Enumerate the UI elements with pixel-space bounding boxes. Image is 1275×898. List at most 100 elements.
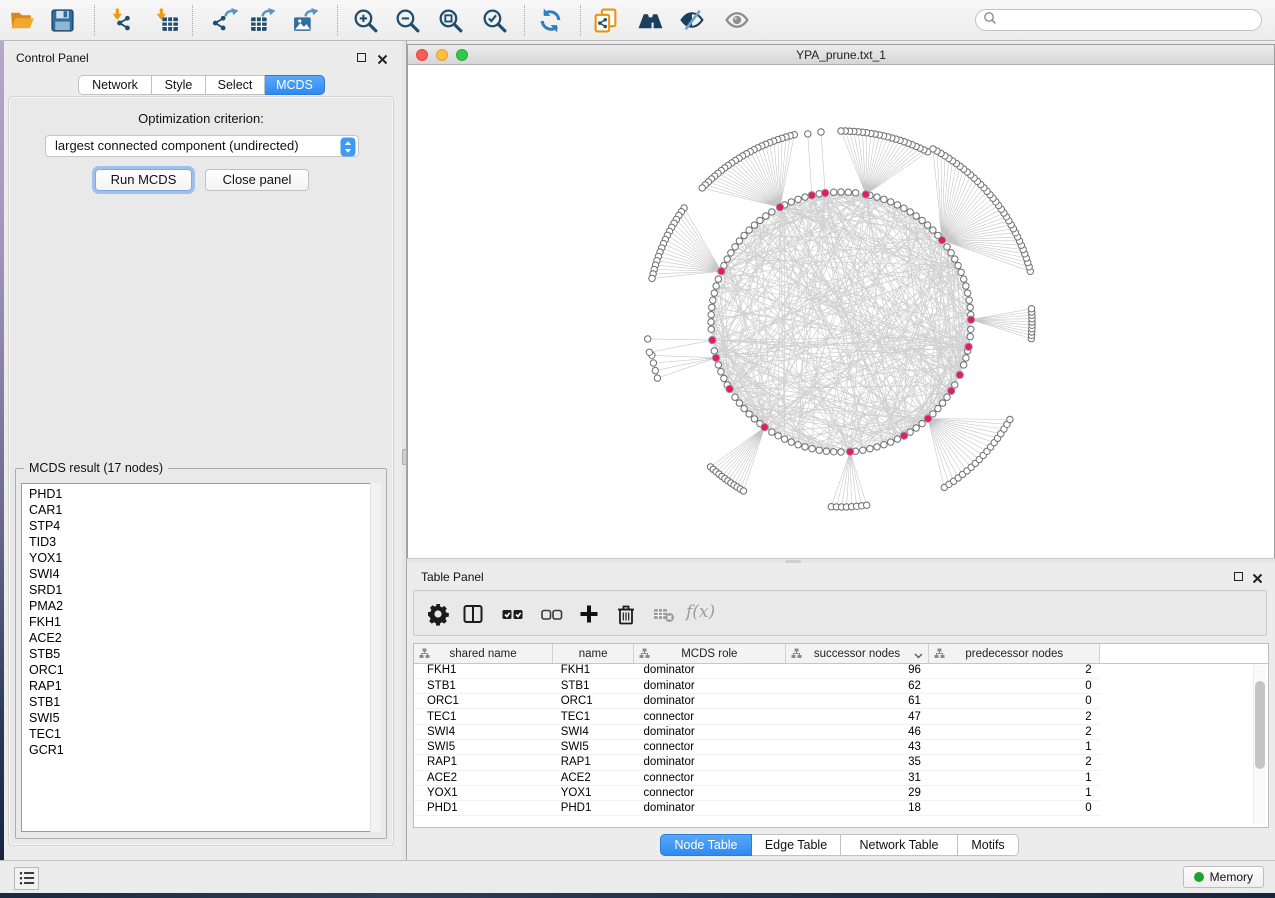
zoom-out-icon[interactable] (394, 7, 421, 34)
import-table-icon[interactable] (153, 7, 180, 34)
memory-button[interactable]: Memory (1183, 866, 1264, 888)
column-header-filler (1100, 644, 1268, 663)
delete-columns-icon[interactable] (614, 602, 638, 626)
delete-table-icon (652, 602, 676, 626)
search-input[interactable] (997, 13, 1247, 27)
export-table-icon[interactable] (249, 7, 276, 34)
tab-select[interactable]: Select (206, 75, 265, 95)
mcds-result-item[interactable]: TID3 (22, 534, 380, 550)
close-panel-icon[interactable] (377, 52, 388, 70)
column-header-successor-nodes[interactable]: successor nodes (785, 644, 929, 663)
add-column-icon[interactable] (577, 602, 601, 626)
import-network-icon[interactable] (109, 7, 136, 34)
sort-desc-icon (914, 650, 923, 662)
float-panel-icon[interactable] (357, 53, 366, 62)
select-all-icon[interactable] (501, 602, 525, 626)
status-menu-button[interactable] (14, 867, 39, 890)
first-neighbors-icon[interactable] (637, 7, 664, 34)
export-network-icon[interactable] (212, 7, 239, 34)
new-network-from-selection-icon[interactable] (592, 7, 619, 34)
node-table: shared namenameMCDS rolesuccessor nodesp… (413, 643, 1269, 828)
mcds-tab-content: Optimization criterion: largest connecte… (8, 96, 394, 846)
table-row[interactable]: SWI5SWI5connector431 (414, 739, 1268, 754)
tab-network[interactable]: Network (78, 75, 152, 95)
column-header-MCDS-role[interactable]: MCDS role (634, 644, 786, 663)
mcds-result-group: MCDS result (17 nodes) PHD1CAR1STP4TID3Y… (15, 468, 387, 839)
run-mcds-button[interactable]: Run MCDS (95, 169, 192, 191)
result-list-scrollbar[interactable] (370, 483, 381, 832)
table-scrollbar-thumb[interactable] (1255, 681, 1265, 769)
column-header-predecessor-nodes[interactable]: predecessor nodes (929, 644, 1100, 663)
toolbar-separator (580, 5, 581, 36)
mcds-result-list[interactable]: PHD1CAR1STP4TID3YOX1SWI4SRD1PMA2FKH1ACE2… (21, 483, 381, 832)
tab-node-table[interactable]: Node Table (660, 834, 752, 856)
tab-network-table[interactable]: Network Table (841, 834, 958, 856)
show-column-panel-icon[interactable] (461, 602, 485, 626)
show-all-icon[interactable] (724, 7, 751, 34)
control-panel-tabs: NetworkStyleSelectMCDS (78, 75, 325, 95)
deselect-all-icon[interactable] (540, 602, 564, 626)
mcds-result-item[interactable]: ORC1 (22, 662, 380, 678)
table-row[interactable]: ACE2ACE2connector311 (414, 770, 1268, 785)
close-panel-button[interactable]: Close panel (205, 169, 309, 191)
mcds-result-item[interactable]: PMA2 (22, 598, 380, 614)
save-session-icon[interactable] (49, 7, 76, 34)
table-row[interactable]: PHD1PHD1dominator180 (414, 801, 1268, 816)
float-panel-icon[interactable] (1234, 572, 1243, 581)
mcds-result-item[interactable]: SWI5 (22, 710, 380, 726)
zoom-in-icon[interactable] (352, 7, 379, 34)
apply-layout-icon[interactable] (537, 7, 564, 34)
open-session-icon[interactable] (9, 7, 36, 34)
main-toolbar (0, 0, 1275, 41)
column-header-shared-name[interactable]: shared name (414, 644, 553, 663)
desktop-wallpaper-bottom (0, 893, 1275, 898)
search-box[interactable] (975, 9, 1262, 31)
mcds-result-item[interactable]: CAR1 (22, 502, 380, 518)
hide-selected-icon[interactable] (679, 7, 706, 34)
tab-mcds[interactable]: MCDS (265, 75, 325, 95)
table-row[interactable]: FKH1FKH1dominator962 (414, 663, 1268, 678)
mcds-result-item[interactable]: STB5 (22, 646, 380, 662)
tab-edge-table[interactable]: Edge Table (752, 834, 841, 856)
toolbar-separator (337, 5, 338, 36)
mcds-result-item[interactable]: YOX1 (22, 550, 380, 566)
dropdown-stepper-icon (340, 137, 356, 163)
table-mode-gear-icon[interactable] (426, 602, 450, 626)
shared-column-icon (934, 648, 945, 662)
export-image-icon[interactable] (292, 7, 319, 34)
zoom-selected-icon[interactable] (481, 7, 508, 34)
mcds-result-item[interactable]: FKH1 (22, 614, 380, 630)
cytoscape-window: Control Panel NetworkStyleSelectMCDS Opt… (0, 0, 1275, 898)
table-panel-title: Table Panel (421, 570, 484, 584)
table-row[interactable]: RAP1RAP1dominator352 (414, 755, 1268, 770)
mcds-result-item[interactable]: GCR1 (22, 742, 380, 758)
mcds-result-item[interactable]: TEC1 (22, 726, 380, 742)
tab-motifs[interactable]: Motifs (958, 834, 1019, 856)
node-table-grid: shared namenameMCDS rolesuccessor nodesp… (414, 644, 1268, 816)
mcds-result-item[interactable]: RAP1 (22, 678, 380, 694)
table-row[interactable]: ORC1ORC1dominator610 (414, 694, 1268, 709)
mcds-result-item[interactable]: SWI4 (22, 566, 380, 582)
mcds-result-item[interactable]: STP4 (22, 518, 380, 534)
optimization-dropdown[interactable]: largest connected component (undirected) (45, 135, 359, 157)
table-scrollbar[interactable] (1253, 665, 1266, 824)
zoom-fit-icon[interactable] (437, 7, 464, 34)
mcds-result-item[interactable]: SRD1 (22, 582, 380, 598)
network-graph[interactable] (408, 65, 1274, 558)
memory-status-icon (1194, 872, 1204, 882)
table-toolbar: f(x) (413, 590, 1267, 636)
table-row[interactable]: YOX1YOX1connector291 (414, 785, 1268, 800)
mcds-result-item[interactable]: PHD1 (22, 486, 380, 502)
tab-style[interactable]: Style (152, 75, 206, 95)
network-titlebar: YPA_prune.txt_1 (408, 45, 1274, 65)
table-row[interactable]: SWI4SWI4dominator462 (414, 724, 1268, 739)
close-panel-icon[interactable] (1252, 571, 1263, 589)
column-header-name[interactable]: name (553, 644, 634, 663)
table-row[interactable]: STB1STB1dominator620 (414, 678, 1268, 693)
table-header-divider (414, 663, 1268, 664)
table-row[interactable]: TEC1TEC1connector472 (414, 709, 1268, 724)
shared-column-icon (791, 648, 802, 662)
mcds-result-item[interactable]: STB1 (22, 694, 380, 710)
mcds-result-item[interactable]: ACE2 (22, 630, 380, 646)
control-panel: Control Panel NetworkStyleSelectMCDS Opt… (4, 41, 402, 860)
